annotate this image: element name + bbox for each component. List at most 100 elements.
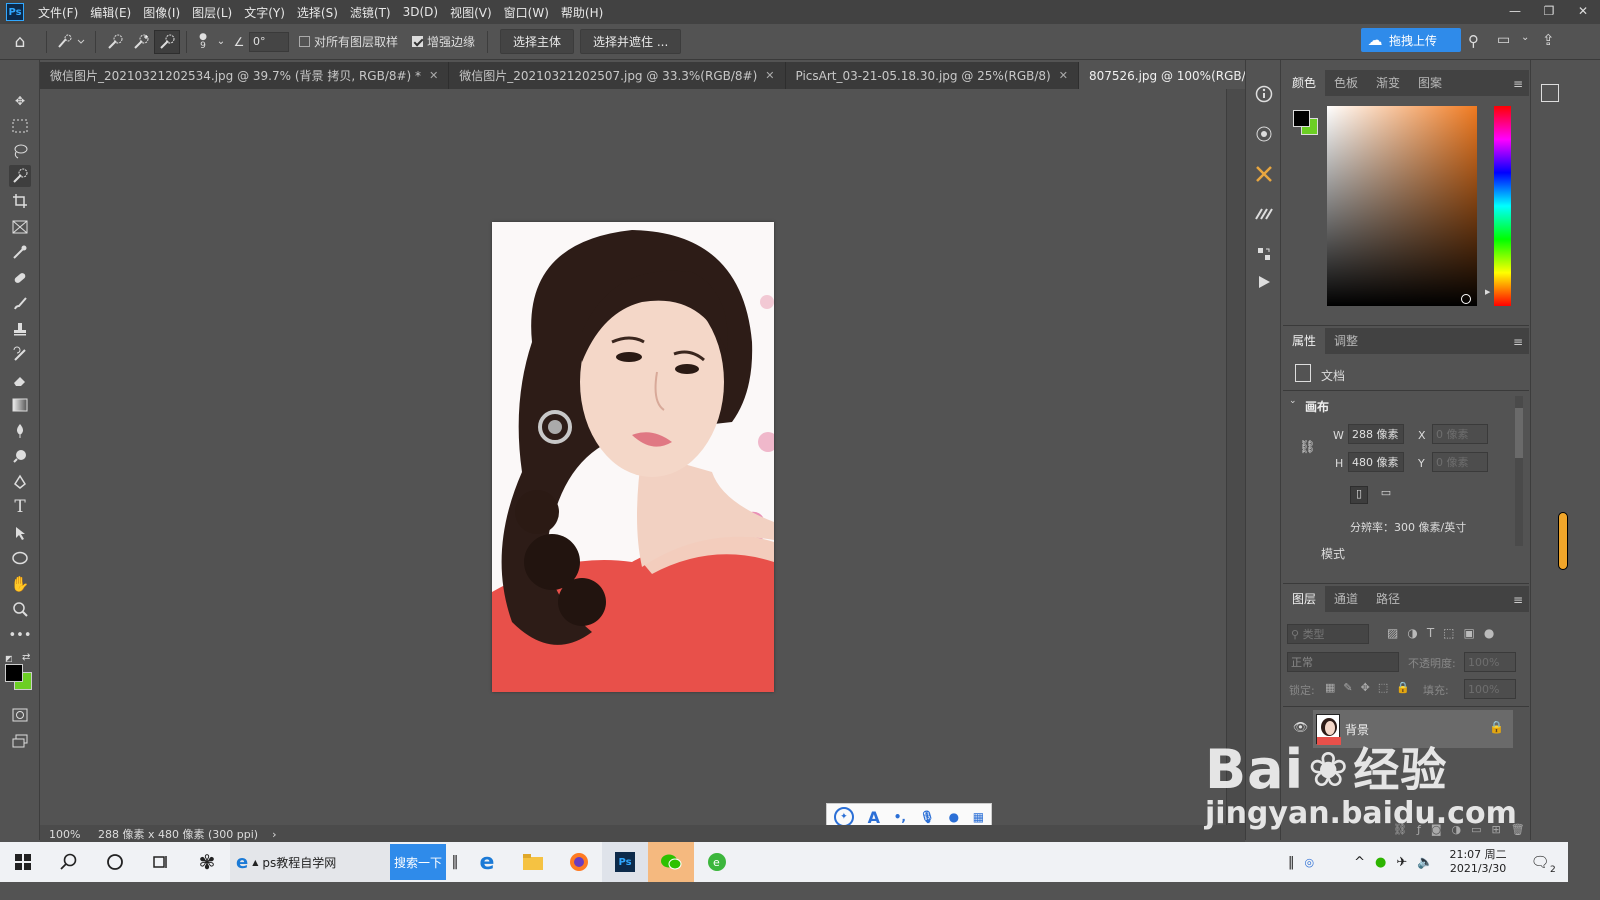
lasso-tool-icon[interactable] [9,140,31,162]
user-icon[interactable]: ● [949,810,959,824]
volume-icon[interactable]: 🔈 [1417,855,1433,870]
tab-swatches[interactable]: 色板 [1325,70,1367,96]
wechat-icon[interactable] [648,842,694,882]
menu-layer[interactable]: 图层(L) [186,4,238,21]
taskbar-browser-item[interactable]: e ▲ ps教程自学网 [230,842,390,882]
eyedropper-tool-icon[interactable] [9,241,31,263]
canvas-width-input[interactable]: 288 像素 [1348,424,1404,444]
more-tools-icon[interactable]: ••• [9,624,32,646]
canvas-scrollbar[interactable] [1226,89,1245,825]
link-icon[interactable]: ⛓ [1299,440,1316,455]
microphone-icon[interactable]: 🎙 [920,810,935,824]
healing-brush-tool-icon[interactable] [9,267,31,289]
quick-select-preset-icon[interactable] [53,30,89,54]
upload-button[interactable]: ☁ 拖拽上传 [1361,28,1461,52]
lock-pixels-icon[interactable]: ✎ [1343,681,1352,694]
clone-stamp-tool-icon[interactable] [9,318,31,340]
eraser-tool-icon[interactable] [9,369,31,391]
plugin-tools-icon[interactable] [1252,162,1276,186]
add-selection-icon[interactable] [128,30,154,54]
ifly-tray-icon[interactable]: ◎ [1305,856,1315,869]
gradient-tool-icon[interactable] [9,394,31,416]
file-explorer-icon[interactable] [510,842,556,882]
menu-image[interactable]: 图像(I) [137,4,186,21]
menu-type[interactable]: 文字(Y) [238,4,291,21]
workspace-icon[interactable]: ▭ [1497,32,1510,48]
select-subject-button[interactable]: 选择主体 [500,29,575,54]
lock-artboard-icon[interactable]: ⬚ [1378,681,1388,694]
tab-patterns[interactable]: 图案 [1409,70,1451,96]
crop-tool-icon[interactable] [9,190,31,212]
doc-tab-1[interactable]: 微信图片_20210321202534.jpg @ 39.7% (背景 拷贝, … [40,62,450,89]
lock-transparent-icon[interactable]: ▦ [1325,681,1335,694]
browser-360-icon[interactable]: e [694,842,740,882]
menu-filter[interactable]: 滤镜(T) [344,4,397,21]
visibility-eye-icon[interactable]: 👁 [1293,720,1308,734]
notifications-icon[interactable]: 🗨 2 [1531,853,1556,875]
search-icon[interactable] [46,842,92,882]
menu-window[interactable]: 窗口(W) [498,4,555,21]
tab-gradients[interactable]: 渐变 [1367,70,1409,96]
font-icon[interactable]: A [868,808,880,827]
edge-icon[interactable]: e [464,842,510,882]
close-icon[interactable]: ✕ [1566,0,1600,24]
tab-layers[interactable]: 图层 [1283,586,1326,612]
cortana-icon[interactable] [92,842,138,882]
brush-size-picker[interactable]: ● 9 [193,30,213,54]
layer-name[interactable]: 背景 [1345,721,1369,738]
chevron-down-icon[interactable]: ⌄ [213,30,229,54]
hue-slider-marker[interactable]: ▶ [1485,288,1490,296]
subtract-selection-icon[interactable] [154,29,180,54]
tab-channels[interactable]: 通道 [1325,586,1367,612]
tab-color[interactable]: 颜色 [1283,70,1326,96]
share-icon[interactable]: ⇪ [1542,31,1555,49]
filter-type-icon[interactable]: T [1427,626,1434,640]
minimize-icon[interactable]: — [1498,0,1532,24]
close-tab-icon[interactable]: ✕ [765,69,774,82]
canvas-area[interactable] [40,89,1226,825]
menu-view[interactable]: 视图(V) [444,4,498,21]
tab-properties[interactable]: 属性 [1283,328,1326,354]
actions-play-icon[interactable] [1252,270,1276,294]
history-icon[interactable] [1252,242,1276,266]
landscape-orientation-icon[interactable]: ▭ [1377,486,1395,504]
doc-tab-2[interactable]: 微信图片_20210321202507.jpg @ 33.3%(RGB/8#) ✕ [449,62,786,89]
new-selection-icon[interactable] [102,30,128,54]
marquee-tool-icon[interactable] [9,115,31,137]
type-tool-icon[interactable]: T [9,496,31,518]
blend-mode-select[interactable]: 正常 [1287,652,1399,672]
chevron-right-icon[interactable]: › [272,828,276,841]
select-and-mask-button[interactable]: 选择并遮住 ... [580,29,682,54]
apps-grid-icon[interactable]: ▦ [973,810,984,824]
hand-tool-icon[interactable]: ✋ [9,573,31,595]
move-tool-icon[interactable]: ✥ [9,90,31,112]
brush-tool-icon[interactable] [9,292,31,314]
security-shield-icon[interactable]: ● [1375,855,1386,870]
menu-edit[interactable]: 编辑(E) [84,4,137,21]
canvas-height-input[interactable]: 480 像素 [1348,452,1404,472]
filter-toggle-icon[interactable]: ● [1484,626,1494,640]
canvas-y-input[interactable]: 0 像素 [1432,452,1488,472]
chevron-down-icon[interactable]: ⌄ [1521,32,1529,43]
restore-icon[interactable]: ❐ [1532,0,1566,24]
lock-all-icon[interactable]: 🔒 [1396,681,1410,694]
punctuation-icon[interactable]: •, [894,810,906,824]
path-selection-tool-icon[interactable] [9,522,31,544]
zoom-level[interactable]: 100% [40,828,98,841]
home-icon[interactable]: ⌂ [0,30,40,54]
photoshop-taskbar-icon[interactable]: Ps [602,842,648,882]
sample-all-checkbox[interactable] [299,36,310,47]
clock[interactable]: 21:07 周二 2021/3/30 [1449,848,1506,876]
windows-start-icon[interactable] [0,842,46,882]
menu-help[interactable]: 帮助(H) [555,4,609,21]
fill-input[interactable]: 100% [1464,679,1516,699]
filter-pixel-icon[interactable]: ▨ [1387,626,1398,640]
color-picker-handle[interactable] [1461,294,1471,304]
chevron-down-icon[interactable]: ⌄ [1289,396,1297,406]
search-icon[interactable]: ⚲ [1468,32,1479,50]
menu-file[interactable]: 文件(F) [32,4,84,21]
default-colors-icon[interactable]: ◩ [5,654,13,663]
screen-mode-icon[interactable] [9,730,31,752]
portrait-orientation-icon[interactable]: ▯ [1350,486,1368,504]
swap-colors-icon[interactable]: ⇄ [22,652,30,663]
